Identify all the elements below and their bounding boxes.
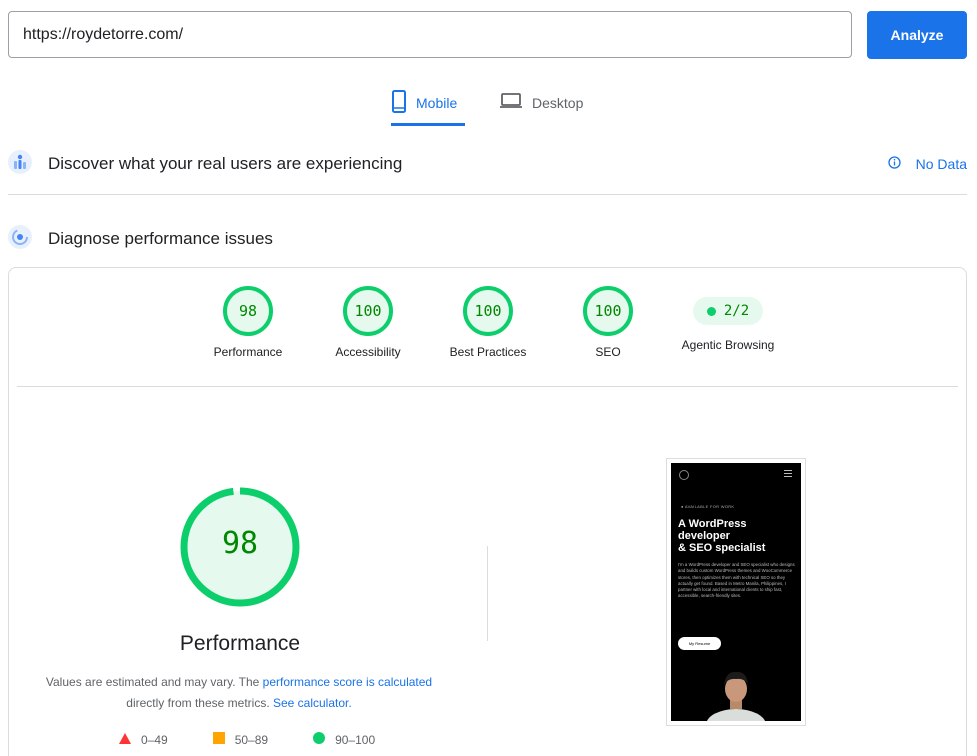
- legend-fail: 0–49: [119, 732, 168, 747]
- info-icon: [887, 156, 901, 172]
- lab-data-icon: [8, 224, 32, 254]
- gauge-score: 100: [343, 286, 393, 336]
- score-legend: 0–49 50–89 90–100: [119, 732, 375, 747]
- field-data-icon: [8, 149, 32, 179]
- no-data-label: No Data: [915, 156, 967, 172]
- gauge-label: Accessibility: [335, 345, 401, 359]
- tab-desktop-label: Desktop: [532, 95, 584, 111]
- vertical-divider: [487, 546, 488, 641]
- gauge-label: SEO: [595, 345, 621, 359]
- note-text: Values are estimated and may vary. The: [45, 675, 263, 689]
- legend-average: 50–89: [212, 732, 269, 747]
- diagnose-title: Diagnose performance issues: [48, 229, 273, 248]
- score-calculated-link[interactable]: performance score is calculated: [263, 675, 432, 689]
- gauge-score: 100: [463, 286, 513, 336]
- category-gauges: 98 Performance 100 Accessibility 100 Bes…: [9, 286, 966, 386]
- gauge-performance[interactable]: 98 Performance: [188, 286, 308, 359]
- legend-pass: 90–100: [313, 732, 375, 747]
- discover-title: Discover what your real users are experi…: [48, 154, 403, 173]
- pass-circle-icon: [313, 732, 326, 747]
- screenshot-body: I'm a WordPress developer and SEO specia…: [678, 562, 795, 599]
- score-note: Values are estimated and may vary. The p…: [39, 672, 439, 714]
- gauge-label: Performance: [213, 345, 283, 359]
- screenshot-badge: ● AVAILABLE FOR WORK: [681, 504, 735, 509]
- discover-section: Discover what your real users are experi…: [8, 148, 967, 180]
- fail-triangle-icon: [119, 732, 131, 747]
- gauge-label: Agentic Browsing: [681, 338, 775, 352]
- agentic-pill: 2/2: [693, 297, 763, 325]
- url-input[interactable]: [8, 11, 852, 58]
- no-data-link[interactable]: No Data: [887, 156, 967, 172]
- screenshot-content: ● AVAILABLE FOR WORK A WordPress develop…: [671, 463, 801, 721]
- page-screenshot[interactable]: ● AVAILABLE FOR WORK A WordPress develop…: [666, 458, 806, 726]
- portrait-photo: [706, 671, 766, 721]
- legend-range: 0–49: [141, 732, 168, 747]
- see-calculator-link[interactable]: See calculator.: [273, 696, 352, 710]
- screenshot-headline: A WordPress developer & SEO specialist: [678, 518, 766, 554]
- tab-mobile-label: Mobile: [416, 95, 458, 111]
- average-square-icon: [212, 732, 225, 747]
- gauge-agentic-browsing[interactable]: 2/2 Agentic Browsing: [668, 286, 788, 352]
- analyze-button[interactable]: Analyze: [867, 11, 967, 59]
- performance-title: Performance: [179, 632, 301, 655]
- gauge-score: 100: [583, 286, 633, 336]
- legend-range: 50–89: [234, 732, 269, 747]
- screenshot-resume-button: My Resume: [678, 637, 721, 650]
- card-divider: [17, 386, 958, 387]
- gauge-best-practices[interactable]: 100 Best Practices: [428, 286, 548, 359]
- gauge-label: Best Practices: [449, 345, 527, 359]
- pass-dot-icon: [706, 306, 716, 316]
- hamburger-menu-icon: [784, 470, 792, 477]
- gauge-seo[interactable]: 100 SEO: [548, 286, 668, 359]
- gauge-score: 98: [223, 286, 273, 336]
- smartphone-icon: [391, 90, 407, 117]
- section-divider: [8, 194, 967, 195]
- site-logo-icon: [679, 470, 689, 480]
- agentic-score: 2/2: [723, 303, 750, 319]
- gauge-accessibility[interactable]: 100 Accessibility: [308, 286, 428, 359]
- performance-score: 98: [221, 526, 259, 561]
- note-text: directly from these metrics.: [126, 696, 273, 710]
- legend-range: 90–100: [335, 732, 376, 747]
- laptop-icon: [499, 90, 523, 113]
- diagnose-section: Diagnose performance issues: [8, 223, 967, 255]
- report-card: 98 Performance 100 Accessibility 100 Bes…: [8, 267, 967, 756]
- tab-desktop[interactable]: Desktop: [499, 86, 599, 126]
- tab-mobile[interactable]: Mobile: [391, 86, 465, 126]
